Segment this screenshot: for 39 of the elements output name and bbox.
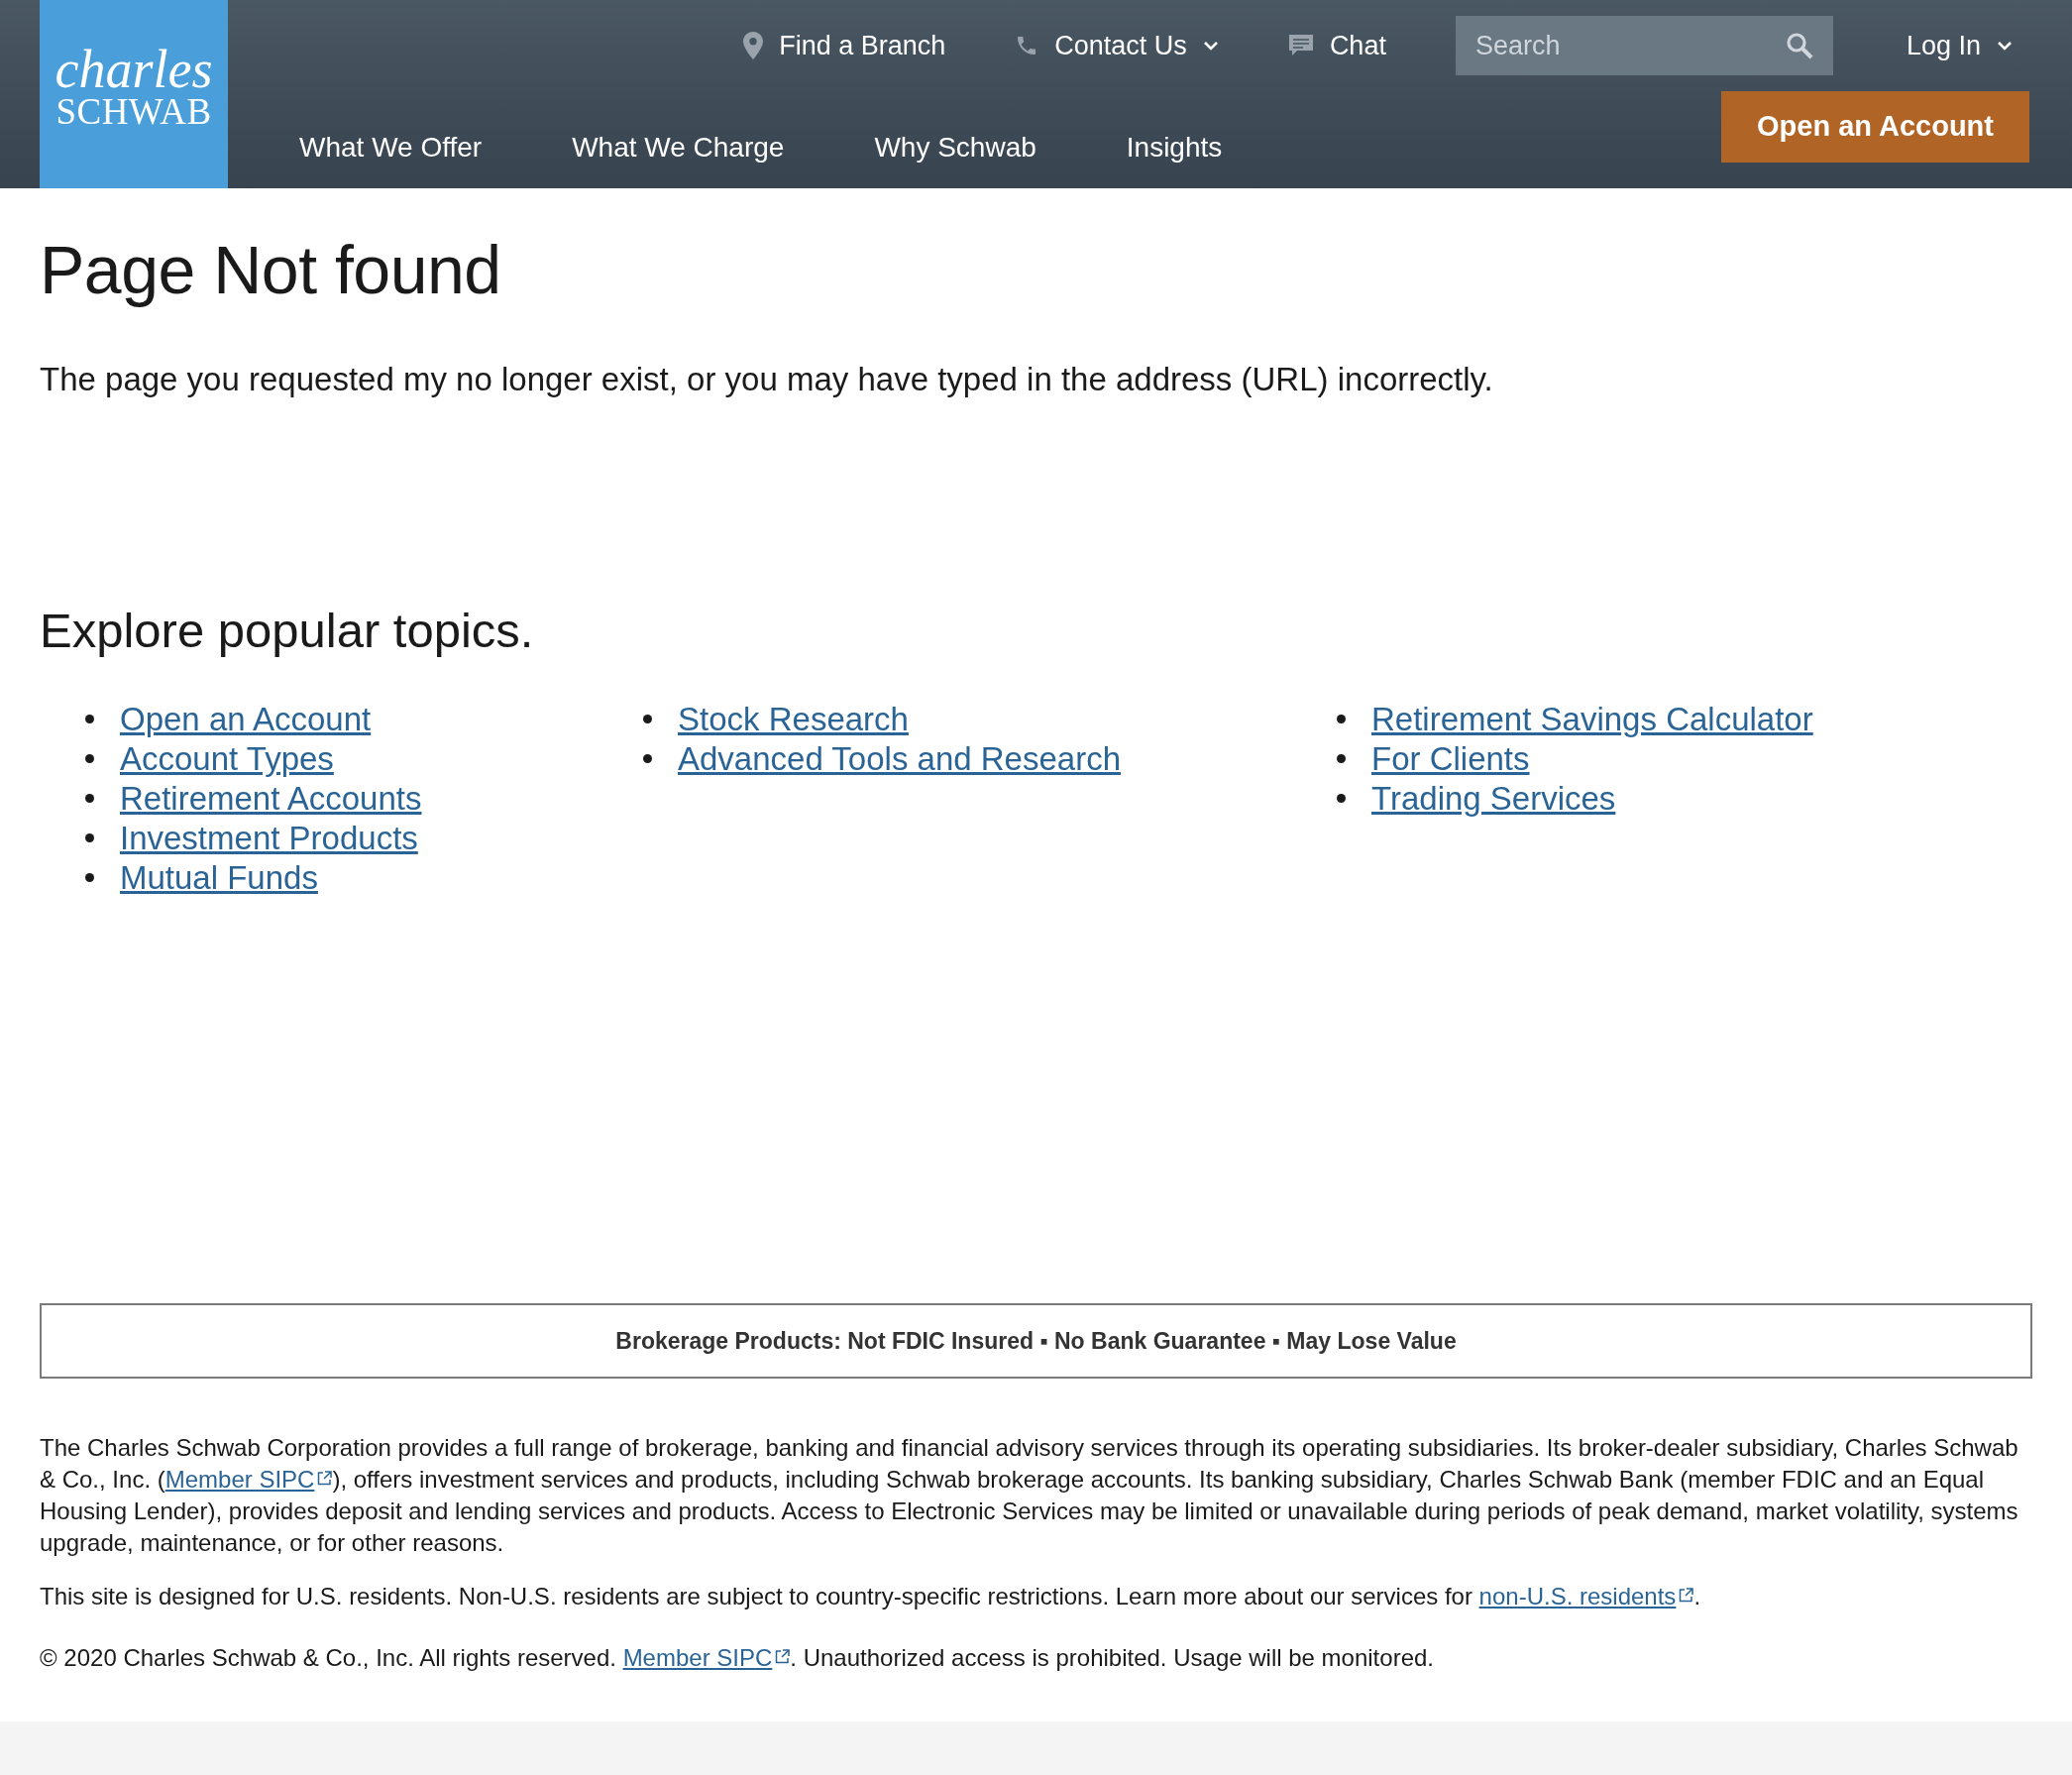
external-link-icon: [1679, 1588, 1694, 1603]
footer-text: The Charles Schwab Corporation provides a full range of brokerage, banking and financial advisory services through its operating subsidiaries. Its broker-dealer subsidiary, Charles Schwab & Co., Inc. (Member SIPC ), offers investment services and products, including Schwab brokerage accounts. Its banking subsidiary, Charles Schwab Bank (member FDIC and an Equal Housing Lender), provides deposit and lending services and products. Access to Electronic Services may be limited or unavailable during periods of peak demand, market volatility, systems upgrade, maintenance, or for other reasons.: [40, 1433, 2019, 1558]
search-icon[interactable]: [1785, 32, 1813, 59]
search-field[interactable]: Search: [1455, 16, 1833, 75]
bullet-icon: [1337, 794, 1346, 804]
nav-link[interactable]: What We Charge: [572, 127, 785, 168]
login-link[interactable]: Log In: [1906, 25, 2013, 66]
page-title: Page Not found: [40, 231, 502, 309]
bullet-icon: [85, 794, 94, 804]
topic-link[interactable]: Open an Account: [120, 695, 372, 744]
bullet-icon: [85, 833, 94, 843]
footer-link[interactable]: Member SIPC: [164, 1466, 333, 1493]
footer-text: © 2020 Charles Schwab & Co., Inc. All rights reserved. Member SIPC . Unauthorized access is prohibited. Usage will be monitored.: [40, 1643, 1435, 1673]
utility-link[interactable]: Contact Us: [1015, 25, 1219, 66]
bullet-icon: [643, 754, 652, 764]
nav-link[interactable]: Why Schwab: [874, 127, 1036, 168]
topics-heading: Explore popular topics.: [40, 603, 535, 660]
bullet-icon: [85, 873, 94, 883]
chevron-down-icon: [1202, 41, 1219, 51]
disclosure-text: Brokerage Products: Not FDIC Insured ▪ No Bank Guarantee ▪ May Lose Value: [615, 1326, 1457, 1356]
error-message: The page you requested my no longer exist, or you may have typed in the address (URL) incorrectly.: [40, 359, 1494, 399]
external-link-icon: [317, 1471, 333, 1486]
nav-link[interactable]: What We Offer: [299, 127, 483, 168]
bullet-icon: [85, 715, 94, 724]
footer-text: This site is designed for U.S. residents. Non-U.S. residents are subject to country-specific restrictions. Learn more about our services for non-U.S. residents .: [40, 1582, 1702, 1611]
bullet-icon: [85, 754, 94, 764]
bullet-icon: [1337, 754, 1346, 764]
nav-link[interactable]: Insights: [1126, 127, 1223, 168]
utility-link[interactable]: Chat: [1287, 25, 1386, 66]
external-link-icon: [775, 1649, 791, 1664]
footer-link[interactable]: Member SIPC: [622, 1644, 791, 1671]
utility-link[interactable]: Find a Branch: [743, 25, 946, 66]
map-pin-icon: [743, 32, 764, 59]
chevron-down-icon: [1997, 41, 2013, 51]
bullet-icon: [643, 715, 652, 724]
open-account-button[interactable]: Open an Account: [1721, 91, 2029, 163]
bullet-icon: [1337, 715, 1346, 724]
chat-icon: [1287, 34, 1314, 57]
footer-link[interactable]: non-U.S. residents: [1478, 1583, 1694, 1609]
